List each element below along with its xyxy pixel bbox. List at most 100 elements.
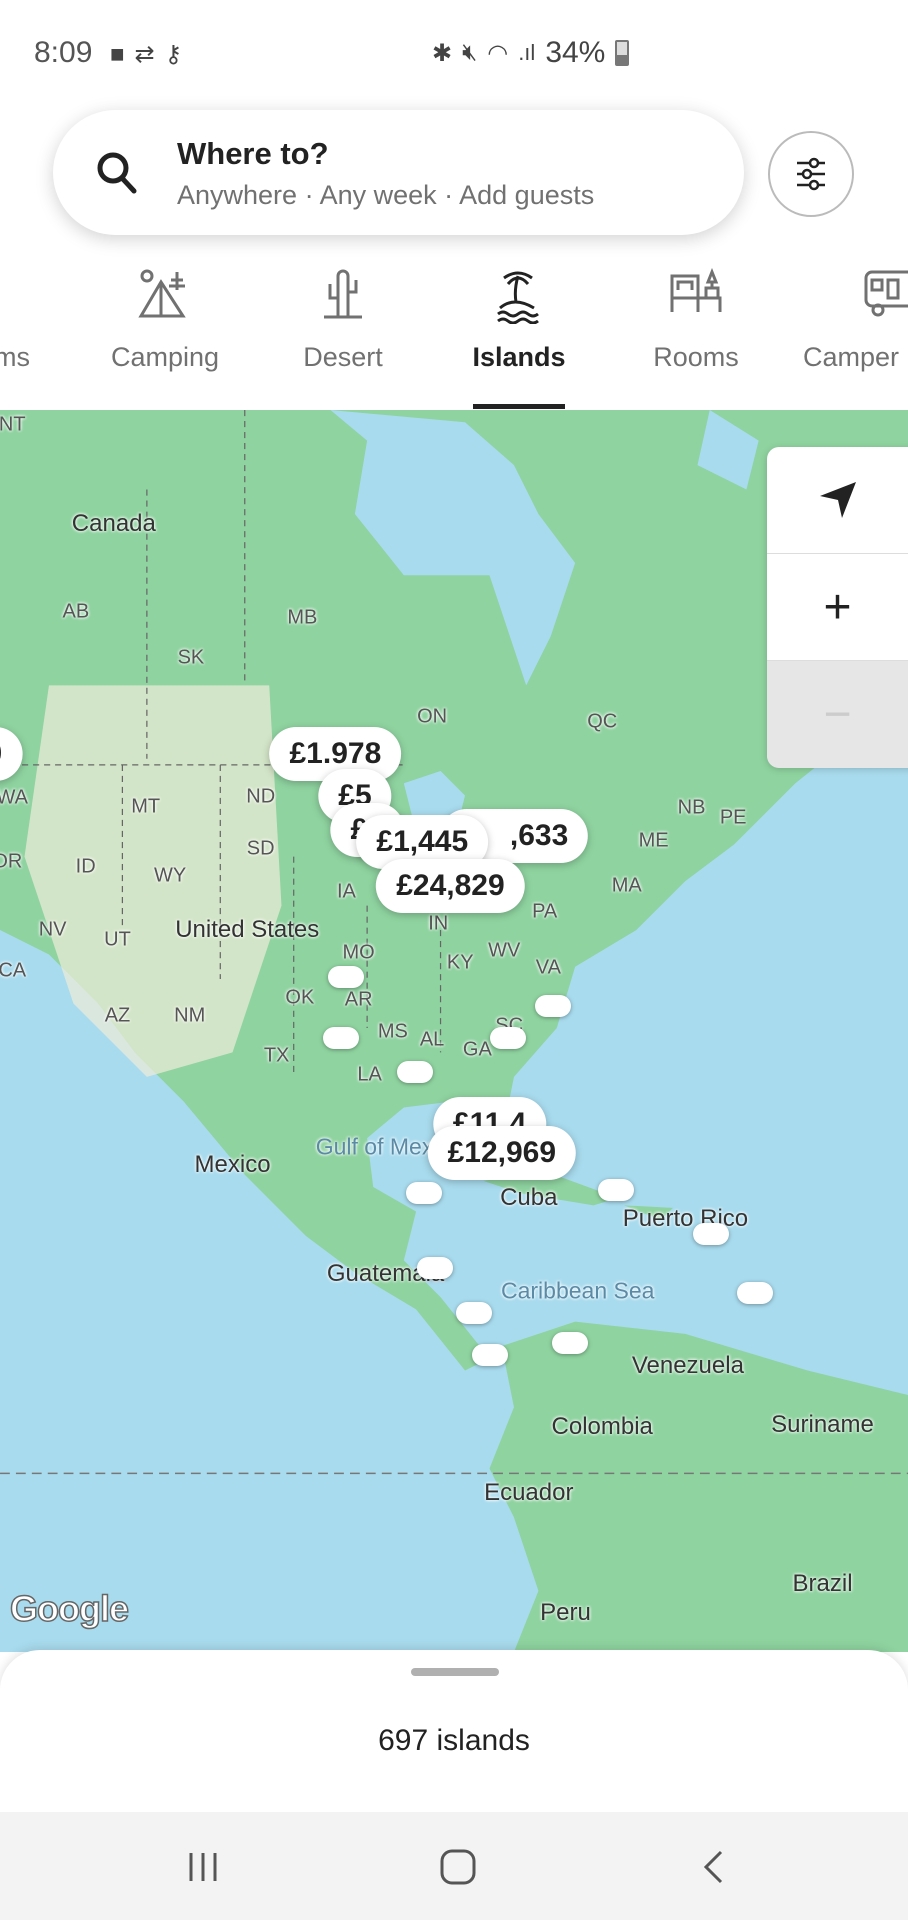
map-marker[interactable] (552, 1331, 589, 1354)
map-label: Puerto Rico (622, 1205, 749, 1233)
map-label: MB (287, 606, 318, 629)
map-label: PE (719, 806, 747, 829)
map-marker[interactable] (693, 1222, 730, 1245)
filters-button[interactable] (768, 131, 854, 217)
map-label: PA (532, 900, 558, 923)
map-marker[interactable] (396, 1061, 433, 1084)
bottom-sheet[interactable]: 697 islands (0, 1650, 908, 1815)
active-tab-indicator (473, 404, 565, 409)
my-location-button[interactable] (767, 447, 908, 554)
drag-handle[interactable] (411, 1668, 499, 1676)
mute-icon: 🔇︎ (462, 39, 478, 66)
map[interactable]: NT Canada AB MB SK ON QC WA MT ND SD NB PE ME MA OR ID WY… (0, 410, 908, 1652)
map-marker[interactable] (328, 965, 365, 988)
plus-icon: + (823, 580, 852, 634)
map-label: ME (638, 829, 669, 852)
map-label: KY (446, 951, 474, 974)
map-label: Canada (71, 509, 156, 537)
home-icon (440, 1849, 476, 1885)
search-subtitle: Anywhere · Any week · Add guests (177, 180, 595, 210)
recents-button[interactable] (173, 1842, 233, 1892)
tab-rooms[interactable]: Rooms (621, 250, 771, 372)
map-label: IN (428, 912, 449, 935)
back-button[interactable] (683, 1842, 743, 1892)
tent-icon (138, 269, 186, 318)
map-label: OR (0, 850, 23, 873)
sliders-icon (797, 157, 825, 191)
map-label: WV (488, 939, 521, 962)
search-title: Where to? (177, 136, 329, 171)
video-icon: ■ (110, 41, 135, 68)
tab-desert[interactable]: Desert (268, 250, 418, 372)
zoom-out-button[interactable]: − (767, 661, 908, 768)
navigation-arrow-icon (819, 482, 856, 518)
bluetooth-icon: ✱ (432, 39, 453, 67)
map-label: MS (377, 1020, 408, 1043)
map-marker[interactable] (471, 1343, 508, 1366)
results-count: 697 islands (378, 1724, 530, 1757)
tab-islands[interactable]: Islands (444, 250, 594, 372)
tab-category-partial[interactable]: ms (0, 250, 50, 372)
map-marker[interactable] (323, 1026, 360, 1049)
map-marker[interactable] (455, 1302, 492, 1325)
map-marker[interactable] (597, 1178, 634, 1201)
map-marker[interactable] (405, 1182, 442, 1205)
battery-percent: 34% (545, 36, 606, 69)
recents-icon (189, 1853, 217, 1881)
tab-label: Camping (110, 342, 220, 372)
map-label: CA (0, 959, 27, 982)
map-label: SK (177, 646, 205, 669)
map-label: AR (344, 988, 373, 1011)
map-marker[interactable] (737, 1281, 774, 1304)
tab-label: Rooms (653, 342, 739, 372)
map-marker[interactable] (416, 1257, 453, 1280)
navigation-bar (0, 1812, 908, 1920)
camper-icon (864, 270, 908, 317)
map-label: United States (175, 916, 320, 944)
map-label: Peru (540, 1599, 591, 1627)
tab-camper[interactable]: Camper (800, 250, 908, 372)
home-button[interactable] (428, 1842, 488, 1892)
map-label: LA (357, 1063, 382, 1086)
map-label: MA (611, 874, 642, 897)
tab-camping[interactable]: Camping (90, 250, 240, 372)
map-label: UT (104, 928, 131, 951)
map-label: WY (154, 864, 187, 887)
price-marker[interactable]: £12,969 (427, 1125, 577, 1180)
map-label: Suriname (771, 1410, 874, 1438)
map-label: NM (174, 1004, 206, 1027)
google-logo: Google (9, 1587, 130, 1630)
map-label: Ecuador (484, 1479, 574, 1507)
map-label: VA (535, 956, 561, 979)
map-label: Brazil (792, 1569, 853, 1597)
zoom-in-button[interactable]: + (767, 554, 908, 661)
map-label: WA (0, 786, 28, 809)
map-label: SD (246, 837, 275, 860)
map-label: AZ (104, 1004, 131, 1027)
search-icon (97, 152, 137, 194)
bed-icon (670, 268, 722, 312)
map-label: ND (246, 785, 276, 808)
notification-icons: ■⇄⚷ (110, 40, 192, 69)
map-label: NT (0, 413, 26, 436)
map-label: Venezuela (631, 1351, 744, 1379)
map-label: GA (462, 1038, 492, 1061)
search-bar[interactable]: Where to? Anywhere · Any week · Add gues… (53, 110, 744, 235)
minus-icon: − (823, 688, 852, 741)
category-tabs: ms Camping Desert Islands Rooms Camper (0, 250, 908, 410)
map-label: NV (38, 918, 67, 941)
cactus-icon (324, 269, 362, 319)
map-label: TX (263, 1044, 290, 1067)
back-icon (703, 1850, 723, 1884)
system-icons: ✱ 🔇︎ ◠ .ıl 34% (432, 36, 630, 70)
map-label: ON (417, 705, 448, 728)
tab-label: Camper (803, 342, 900, 372)
map-label: ID (75, 855, 96, 878)
map-marker[interactable] (535, 995, 572, 1018)
price-marker[interactable]: £24,829 (376, 859, 525, 914)
map-label: Cuba (500, 1184, 558, 1212)
map-marker[interactable] (489, 1026, 526, 1049)
map-label: AL (419, 1028, 445, 1051)
map-label: Mexico (194, 1151, 271, 1179)
island-icon (497, 271, 539, 324)
